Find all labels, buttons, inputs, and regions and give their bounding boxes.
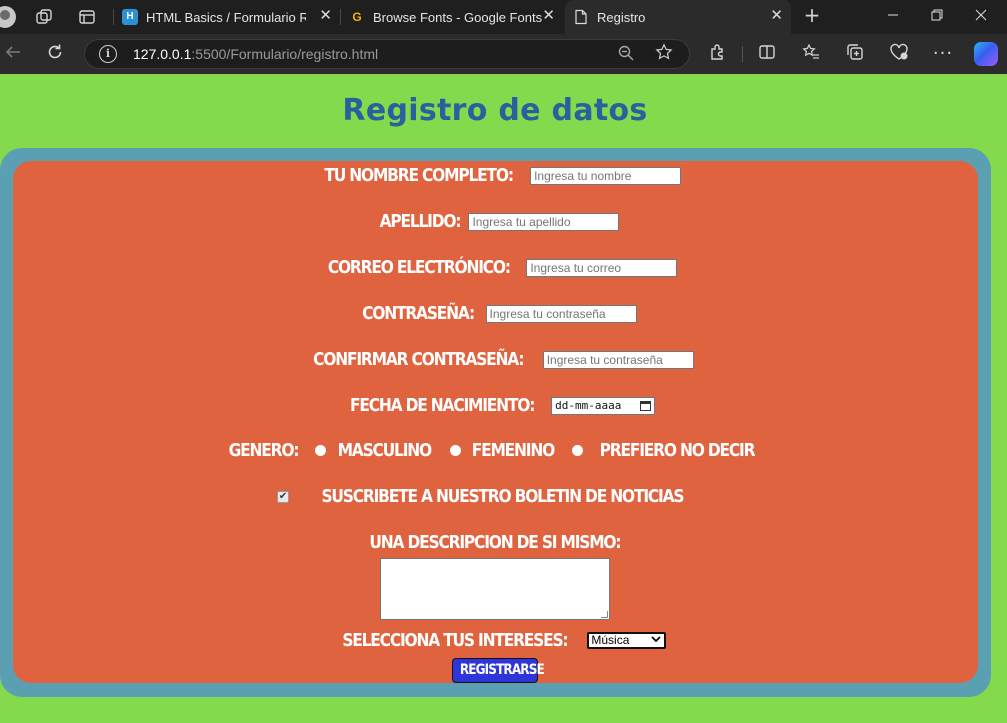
- field-row-confirmar: Confirmar contraseña: Ingresa tu contrase…: [0, 349, 990, 370]
- label-genero: Genero:: [228, 440, 300, 461]
- label-fecha: Fecha de nacimiento:: [349, 395, 535, 416]
- browser-essentials-icon[interactable]: [888, 43, 910, 65]
- tab-title: Registro: [597, 10, 646, 25]
- site-info-icon[interactable]: i: [99, 45, 117, 63]
- register-button-label: Registrarse: [459, 662, 545, 678]
- newsletter-label: Suscribete a nuestro boletin de noticias: [321, 486, 685, 507]
- more-options-icon[interactable]: ···: [932, 43, 954, 65]
- date-placeholder: dd-mm-aaaa: [555, 398, 622, 412]
- label-nombre: Tu nombre completo:: [324, 165, 514, 186]
- radio-masculino[interactable]: [315, 445, 327, 456]
- calendar-icon[interactable]: [640, 400, 652, 411]
- nombre-input[interactable]: Ingresa tu nombre: [530, 166, 682, 185]
- back-icon[interactable]: [2, 43, 24, 65]
- copilot-icon[interactable]: [974, 42, 998, 66]
- option-femenino: Femenino: [471, 440, 556, 461]
- contrasena-input[interactable]: Ingresa tu contraseña: [485, 304, 637, 323]
- newsletter-row: ✔ Suscribete a nuestro boletin de noticia…: [0, 486, 990, 507]
- page-title: Registro de datos: [342, 93, 648, 128]
- chevron-down-icon: [651, 634, 662, 648]
- tab-google-fonts[interactable]: G Browse Fonts - Google Fonts ✕: [340, 0, 563, 34]
- url-text[interactable]: 127.0.0.1:5500/Formulario/registro.html: [133, 46, 378, 62]
- apellido-input[interactable]: Ingresa tu apellido: [468, 212, 620, 231]
- browser-toolbar: i 127.0.0.1:5500/Formulario/registro.htm…: [0, 34, 1007, 74]
- split-screen-icon[interactable]: [756, 43, 778, 65]
- field-row-apellido: Apellido: Ingresa tu apellido: [0, 211, 990, 232]
- address-bar[interactable]: i 127.0.0.1:5500/Formulario/registro.htm…: [84, 39, 690, 69]
- tab-registro[interactable]: Registro ✕: [565, 0, 791, 34]
- html-basics-favicon-icon: H: [122, 9, 138, 25]
- workspaces-icon[interactable]: [35, 8, 53, 26]
- field-row-nombre: Tu nombre completo: Ingresa tu nombre: [0, 165, 990, 186]
- label-confirmar: Confirmar contraseña:: [313, 349, 524, 370]
- interests-label: Selecciona tus intereses:: [341, 630, 568, 651]
- confirmar-contrasena-input[interactable]: Ingresa tu contraseña: [542, 350, 694, 369]
- radio-prefiero-no-decir[interactable]: [571, 445, 583, 456]
- page-content: Registro de datos Tu nombre completo: Ing…: [0, 74, 1007, 723]
- close-tab-icon[interactable]: ✕: [542, 7, 555, 25]
- favorites-icon[interactable]: [800, 43, 822, 65]
- zoom-out-icon[interactable]: [617, 44, 635, 66]
- url-path: :5500/Formulario/registro.html: [191, 46, 379, 62]
- tab-actions-icon[interactable]: [78, 8, 96, 26]
- field-row-correo: Correo electrónico: Ingresa tu correo: [0, 257, 990, 278]
- favorite-star-icon[interactable]: [655, 43, 673, 66]
- tab-title: Browse Fonts - Google Fonts: [373, 10, 543, 25]
- label-contrasena: Contraseña:: [362, 303, 476, 324]
- newsletter-checkbox[interactable]: ✔: [277, 490, 290, 503]
- description-textarea[interactable]: [380, 558, 610, 620]
- birthdate-input[interactable]: dd-mm-aaaa: [551, 396, 656, 415]
- radio-femenino[interactable]: [450, 445, 462, 456]
- close-window-icon[interactable]: [970, 6, 992, 28]
- interests-select[interactable]: Música: [587, 632, 667, 649]
- close-tab-icon[interactable]: ✕: [319, 7, 332, 25]
- option-masculino: Masculino: [337, 440, 433, 461]
- minimize-icon[interactable]: [882, 6, 904, 28]
- field-row-fecha: Fecha de nacimiento: dd-mm-aaaa: [0, 395, 990, 416]
- tab-strip: H HTML Basics / Formulario Registro ✕ G …: [0, 0, 1007, 34]
- refresh-icon[interactable]: [44, 43, 66, 65]
- new-tab-icon[interactable]: +: [803, 5, 821, 25]
- extensions-icon[interactable]: [707, 43, 729, 65]
- label-correo: Correo electrónico:: [327, 257, 510, 278]
- url-host: 127.0.0.1: [133, 46, 192, 62]
- description-label: Una descripcion de si mismo:: [369, 532, 622, 553]
- google-fonts-favicon-icon: G: [352, 10, 362, 24]
- toolbar-divider: [742, 46, 743, 62]
- page-favicon-icon: [573, 9, 589, 25]
- description-row: Una descripcion de si mismo:: [0, 532, 990, 553]
- close-tab-icon[interactable]: ✕: [770, 7, 783, 25]
- restore-icon[interactable]: [926, 6, 948, 28]
- interests-row: Selecciona tus intereses: Música: [0, 630, 990, 651]
- register-button[interactable]: Registrarse: [452, 658, 545, 683]
- label-apellido: Apellido:: [379, 211, 461, 232]
- interests-selected: Música: [591, 633, 630, 647]
- gender-row: Genero: Masculino Femenino Prefiero no d…: [0, 440, 990, 461]
- profile-avatar-icon[interactable]: [0, 6, 16, 28]
- tab-html-basics[interactable]: H HTML Basics / Formulario Registro ✕: [113, 0, 340, 34]
- field-row-contrasena: Contraseña: Ingresa tu contraseña: [0, 303, 990, 324]
- collections-icon[interactable]: [844, 43, 866, 65]
- tab-title: HTML Basics / Formulario Registro: [146, 10, 306, 25]
- correo-input[interactable]: Ingresa tu correo: [526, 258, 678, 277]
- option-prefiero-no-decir: Prefiero no decir: [599, 440, 755, 461]
